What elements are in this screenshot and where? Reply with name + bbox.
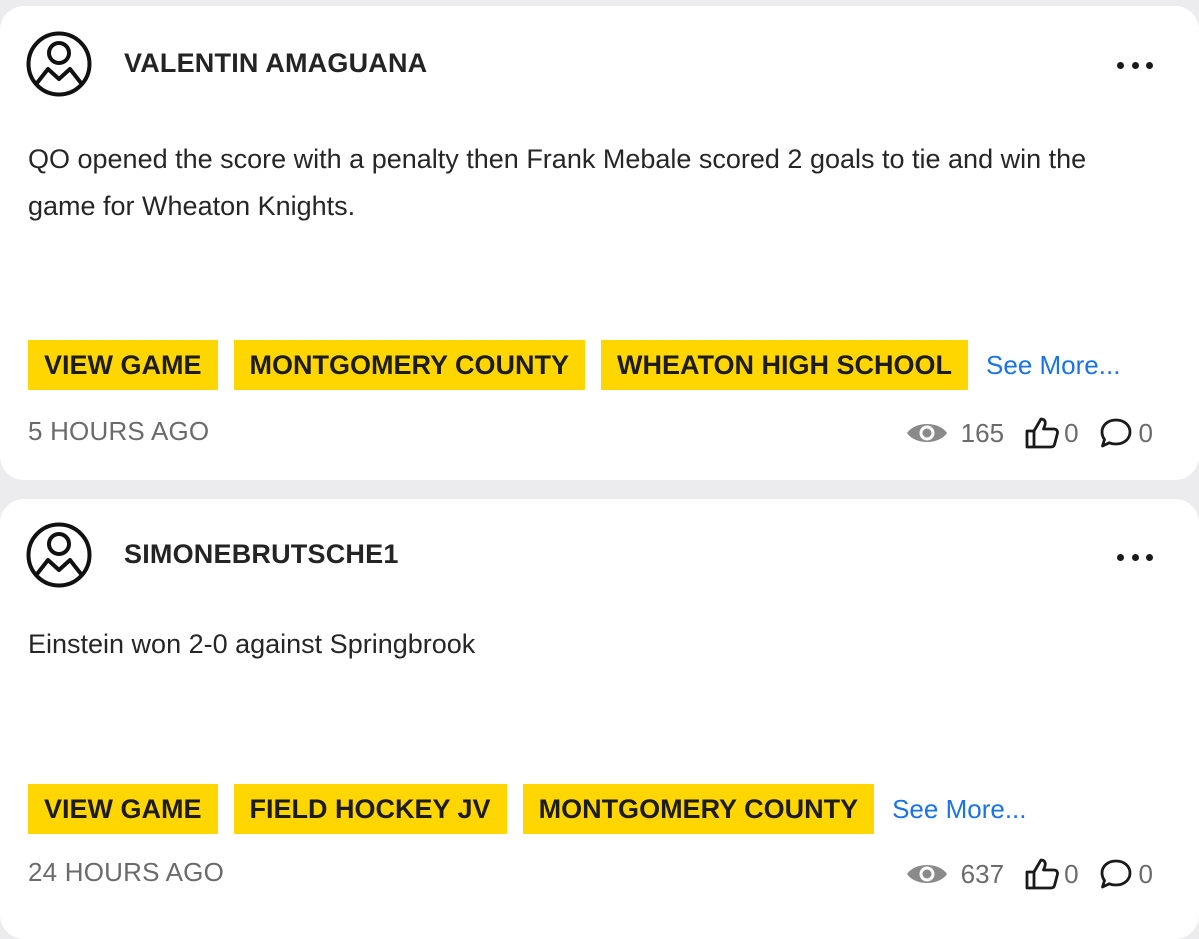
post-tags: VIEW GAME FIELD HOCKEY JV MONTGOMERY COU… bbox=[28, 784, 1027, 834]
comment-bubble-icon[interactable] bbox=[1099, 417, 1133, 449]
tag-school[interactable]: WHEATON HIGH SCHOOL bbox=[601, 340, 969, 390]
view-count: 165 bbox=[960, 417, 1005, 448]
tag-sport[interactable]: FIELD HOCKEY JV bbox=[233, 784, 507, 834]
like-count: 0 bbox=[1064, 417, 1079, 448]
view-count: 637 bbox=[960, 858, 1005, 889]
comment-count: 0 bbox=[1138, 417, 1153, 448]
post-timestamp: 24 HOURS AGO bbox=[28, 857, 225, 887]
thumbs-up-icon[interactable] bbox=[1024, 416, 1060, 450]
post-author[interactable]: SIMONEBRUTSCHE1 bbox=[124, 539, 399, 570]
thumbs-up-icon[interactable] bbox=[1024, 857, 1060, 891]
comment-bubble-icon[interactable] bbox=[1099, 858, 1133, 890]
user-avatar-icon[interactable] bbox=[26, 31, 92, 97]
post-stats: 637 0 0 bbox=[905, 857, 1153, 891]
tag-county[interactable]: MONTGOMERY COUNTY bbox=[233, 340, 586, 390]
tag-view-game[interactable]: VIEW GAME bbox=[28, 340, 218, 390]
see-more-link[interactable]: See More... bbox=[892, 794, 1026, 825]
post-feed: VALENTIN AMAGUANA QO opened the score wi… bbox=[0, 0, 1199, 939]
eye-icon bbox=[905, 418, 949, 448]
post-text: Einstein won 2-0 against Springbrook bbox=[28, 629, 476, 659]
post-author[interactable]: VALENTIN AMAGUANA bbox=[124, 48, 427, 79]
eye-icon bbox=[905, 859, 949, 889]
post-stats: 165 0 0 bbox=[905, 416, 1153, 450]
more-options-icon[interactable] bbox=[1115, 53, 1155, 77]
see-more-link[interactable]: See More... bbox=[986, 350, 1120, 381]
tag-view-game[interactable]: VIEW GAME bbox=[28, 784, 218, 834]
like-count: 0 bbox=[1064, 858, 1079, 889]
user-avatar-icon[interactable] bbox=[26, 522, 92, 588]
more-options-icon[interactable] bbox=[1115, 545, 1155, 569]
post-card: SIMONEBRUTSCHE1 Einstein won 2-0 against… bbox=[0, 499, 1199, 939]
post-text: QO opened the score with a penalty then … bbox=[28, 144, 1087, 221]
post-tags: VIEW GAME MONTGOMERY COUNTY WHEATON HIGH… bbox=[28, 340, 1120, 390]
comment-count: 0 bbox=[1138, 858, 1153, 889]
post-timestamp: 5 HOURS AGO bbox=[28, 416, 210, 446]
tag-county[interactable]: MONTGOMERY COUNTY bbox=[522, 784, 875, 834]
post-card: VALENTIN AMAGUANA QO opened the score wi… bbox=[0, 6, 1199, 480]
